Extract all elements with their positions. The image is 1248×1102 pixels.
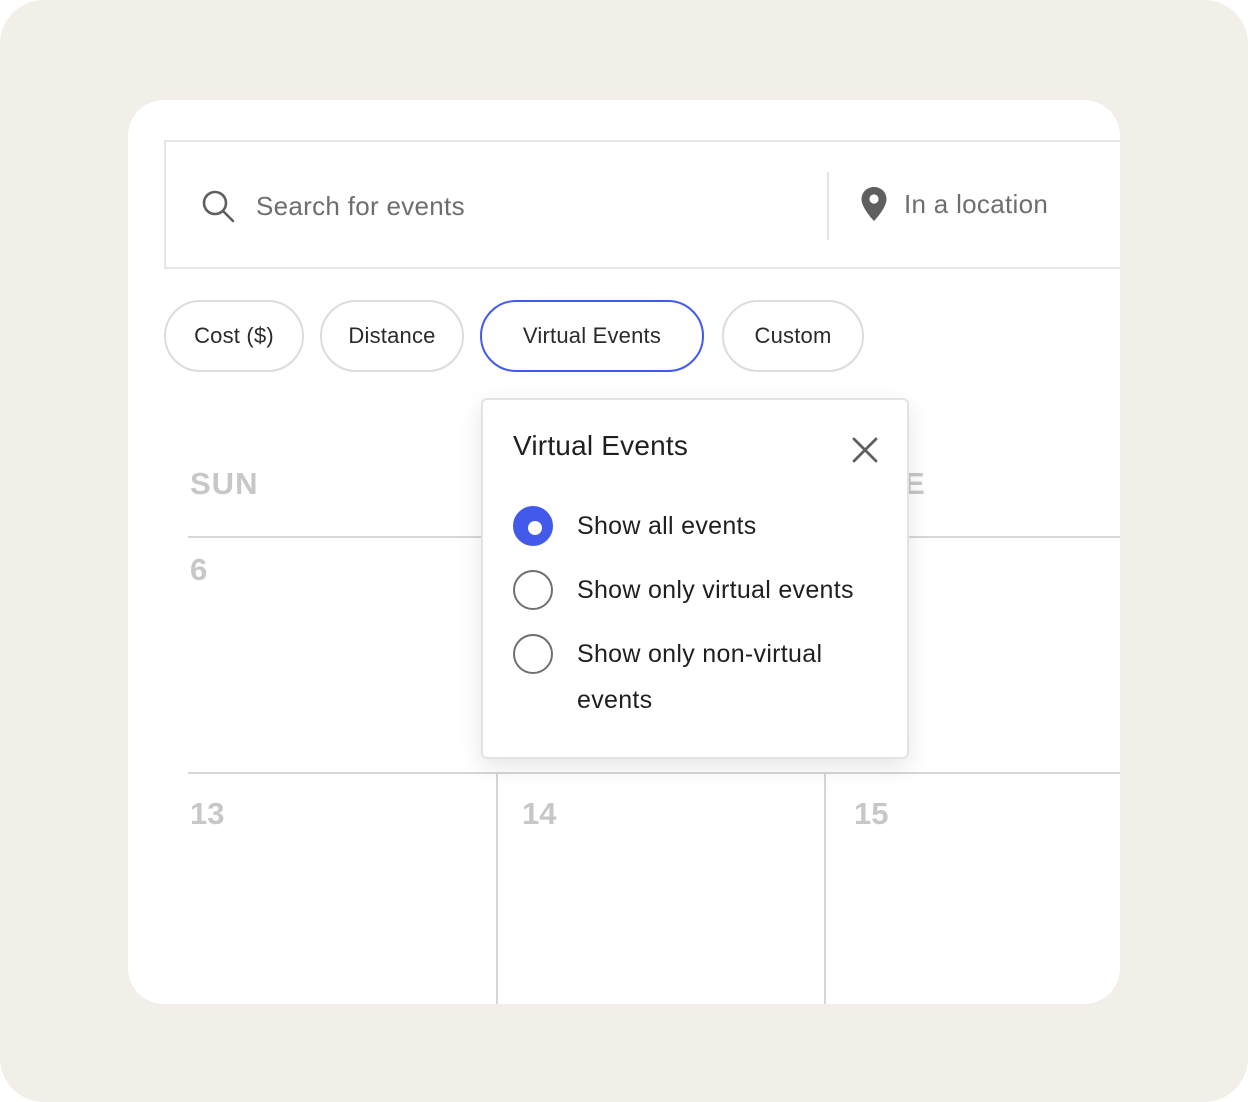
- filter-chip-label: Cost ($): [194, 323, 274, 348]
- day-header-sun: SUN: [190, 466, 259, 501]
- calendar-date-6[interactable]: 6: [190, 552, 207, 588]
- calendar-date-14[interactable]: 14: [522, 796, 556, 832]
- radio-button[interactable]: [513, 634, 553, 674]
- events-card: Cost ($) Distance Virtual Events Custom …: [128, 100, 1120, 1004]
- popover-title: Virtual Events: [513, 430, 689, 461]
- calendar-date-13[interactable]: 13: [190, 796, 224, 832]
- calendar-row-line: [188, 772, 1120, 774]
- close-button[interactable]: [849, 434, 881, 466]
- filter-chip-distance[interactable]: Distance: [320, 300, 464, 372]
- virtual-events-popover: Virtual Events Show all events Show only…: [481, 398, 909, 759]
- location-pin-icon: [861, 187, 887, 221]
- filter-chip-label: Virtual Events: [522, 323, 662, 348]
- search-input[interactable]: [256, 184, 816, 228]
- frame-background: Cost ($) Distance Virtual Events Custom …: [0, 0, 1248, 1102]
- radio-option-label: Show only virtual events: [577, 576, 854, 604]
- radio-button[interactable]: [513, 506, 553, 546]
- radio-option-label: Show only non-virtual events: [577, 640, 823, 714]
- location-input[interactable]: [904, 182, 1120, 226]
- calendar-column-line: [824, 772, 826, 1004]
- search-icon: [202, 190, 235, 223]
- filter-chip-label: Distance: [348, 323, 436, 348]
- filter-chip-custom[interactable]: Custom: [722, 300, 864, 372]
- filter-chip-cost[interactable]: Cost ($): [164, 300, 304, 372]
- filter-chip-virtual-events[interactable]: Virtual Events: [480, 300, 704, 372]
- radio-option-label: Show all events: [577, 512, 757, 540]
- calendar-date-15[interactable]: 15: [854, 796, 888, 832]
- radio-button[interactable]: [513, 570, 553, 610]
- search-divider: [827, 172, 829, 240]
- filter-chip-label: Custom: [754, 323, 832, 348]
- calendar-column-line: [496, 772, 498, 1004]
- search-bar: [164, 140, 1120, 269]
- close-icon: [852, 437, 878, 463]
